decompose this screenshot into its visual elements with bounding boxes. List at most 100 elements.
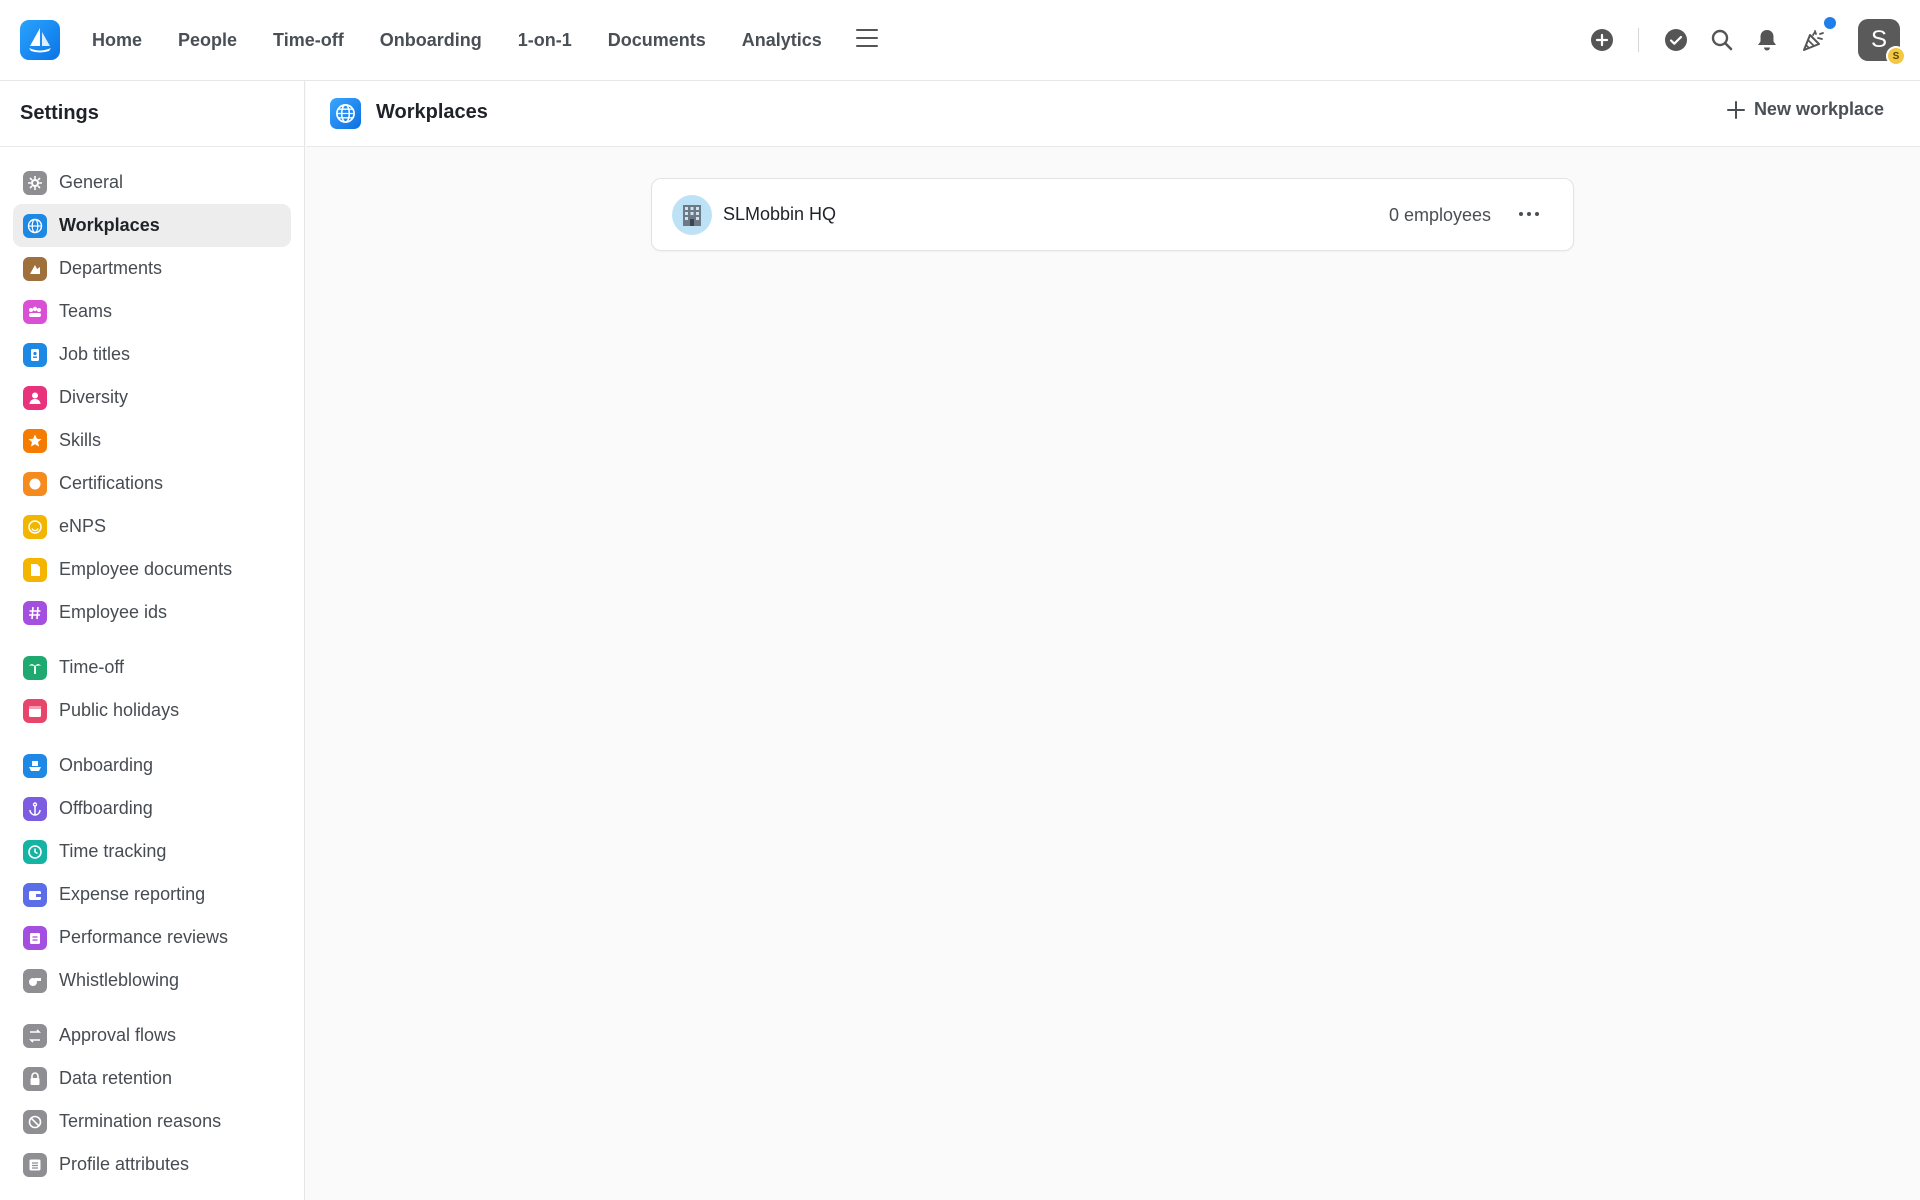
sidebar-item-label: Diversity [59,387,129,407]
sidebar-group-spacer [13,732,291,744]
sidebar-item-label: Certifications [59,473,164,493]
sidebar-item-label: Data retention [59,1068,173,1088]
sidebar-item-label: Teams [59,301,113,321]
workplace-name: SLMobbin HQ [723,204,837,224]
main-header: Workplaces New workplace [306,81,1920,147]
search-icon[interactable] [1708,26,1736,54]
palm-tree-icon [23,655,47,680]
sidebar-group-spacer [13,634,291,646]
sidebar-item-teams[interactable]: Teams [13,290,291,333]
sidebar-item-workplaces[interactable]: Workplaces [13,204,291,247]
sidebar-item-certifications[interactable]: Certifications [13,462,291,505]
sidebar-item-label: Workplaces [59,215,160,235]
sidebar-item-general[interactable]: General [13,161,291,204]
new-workplace-label: New workplace [1753,99,1884,119]
sidebar-item-label: Employee documents [59,559,233,579]
user-avatar[interactable]: S S [1858,19,1906,66]
globe-icon [23,213,47,238]
nav-documents[interactable]: Documents [608,30,706,51]
main-nav: Home People Time-off Onboarding 1-on-1 D… [92,0,822,80]
smile-icon [23,514,47,539]
sidebar-item-whistleblowing[interactable]: Whistleblowing [13,959,291,1002]
wallet-icon [23,882,47,907]
sidebar-list: General Workplaces Departments Teams Job tit… [0,147,304,1186]
seal-icon [23,471,47,496]
badge-icon [23,342,47,367]
check-circle-icon[interactable] [1662,26,1690,54]
sidebar-item-public-holidays[interactable]: Public holidays [13,689,291,732]
person-icon [23,385,47,410]
nav-time-off[interactable]: Time-off [273,30,344,51]
sidebar-title: Settings [20,102,99,124]
star-icon [23,428,47,453]
avatar-badge: S [1886,46,1906,66]
employee-count: 0 employees [1388,205,1491,225]
notification-dot [1824,17,1836,29]
nav-people[interactable]: People [178,30,237,51]
sidebar-item-job-titles[interactable]: Job titles [13,333,291,376]
sidebar-item-label: Approval flows [59,1025,177,1045]
sidebar-item-data-retention[interactable]: Data retention [13,1057,291,1100]
workplace-card[interactable]: SLMobbin HQ 0 employees [651,178,1574,251]
top-navigation-bar: Home People Time-off Onboarding 1-on-1 D… [0,0,1920,81]
sidebar-item-label: Onboarding [59,755,154,775]
sidebar-item-skills[interactable]: Skills [13,419,291,462]
sidebar-group-spacer [13,1002,291,1014]
sidebar-item-termination-reasons[interactable]: Termination reasons [13,1100,291,1143]
app-logo-icon[interactable] [20,20,60,60]
sidebar-item-label: General [59,172,124,192]
more-menu-icon[interactable] [856,29,878,49]
whistle-icon [23,968,47,993]
flow-icon [23,1023,47,1048]
clock-icon [23,839,47,864]
nav-1-on-1[interactable]: 1-on-1 [518,30,572,51]
sidebar-item-label: Whistleblowing [59,970,180,990]
sidebar-item-label: Employee ids [59,602,168,622]
calendar-icon [23,698,47,723]
clipboard-icon [23,925,47,950]
office-building-icon [672,195,712,235]
sidebar-item-label: Termination reasons [59,1111,222,1131]
sidebar-item-approval-flows[interactable]: Approval flows [13,1014,291,1057]
hash-icon [23,600,47,625]
nav-analytics[interactable]: Analytics [742,30,822,51]
sidebar-item-departments[interactable]: Departments [13,247,291,290]
bell-icon[interactable] [1753,26,1781,54]
teams-icon [23,299,47,324]
sidebar-item-profile-attributes[interactable]: Profile attributes [13,1143,291,1186]
party-popper-icon[interactable] [1800,26,1828,54]
sidebar-item-label: Job titles [59,344,131,364]
sidebar-item-label: Profile attributes [59,1154,190,1174]
new-workplace-button[interactable]: New workplace [1726,99,1884,120]
page-title: Workplaces [376,101,488,123]
sidebar-item-label: Time tracking [59,841,167,861]
sidebar-item-offboarding[interactable]: Offboarding [13,787,291,830]
sidebar-header: Settings [0,81,304,147]
sidebar-item-expense-reporting[interactable]: Expense reporting [13,873,291,916]
nav-onboarding[interactable]: Onboarding [380,30,482,51]
toolbar-divider [1638,28,1639,52]
globe-icon [330,98,361,129]
sidebar-item-enps[interactable]: eNPS [13,505,291,548]
plus-icon [1726,100,1745,119]
sidebar-item-time-off[interactable]: Time-off [13,646,291,689]
sidebar-item-label: eNPS [59,516,107,536]
list-icon [23,1152,47,1177]
departments-icon [23,256,47,281]
add-circle-icon[interactable] [1588,26,1616,54]
sidebar-item-label: Departments [59,258,163,278]
ship-icon [23,753,47,778]
sidebar-item-employee-ids[interactable]: Employee ids [13,591,291,634]
sidebar-item-label: Time-off [59,657,125,677]
sidebar-item-employee-documents[interactable]: Employee documents [13,548,291,591]
sidebar-item-label: Skills [59,430,102,450]
prohibited-icon [23,1109,47,1134]
sidebar-item-diversity[interactable]: Diversity [13,376,291,419]
more-options-icon[interactable] [1515,202,1543,226]
gear-icon [23,170,47,195]
sidebar-item-performance-reviews[interactable]: Performance reviews [13,916,291,959]
document-icon [23,557,47,582]
sidebar-item-time-tracking[interactable]: Time tracking [13,830,291,873]
sidebar-item-onboarding[interactable]: Onboarding [13,744,291,787]
nav-home[interactable]: Home [92,30,142,51]
